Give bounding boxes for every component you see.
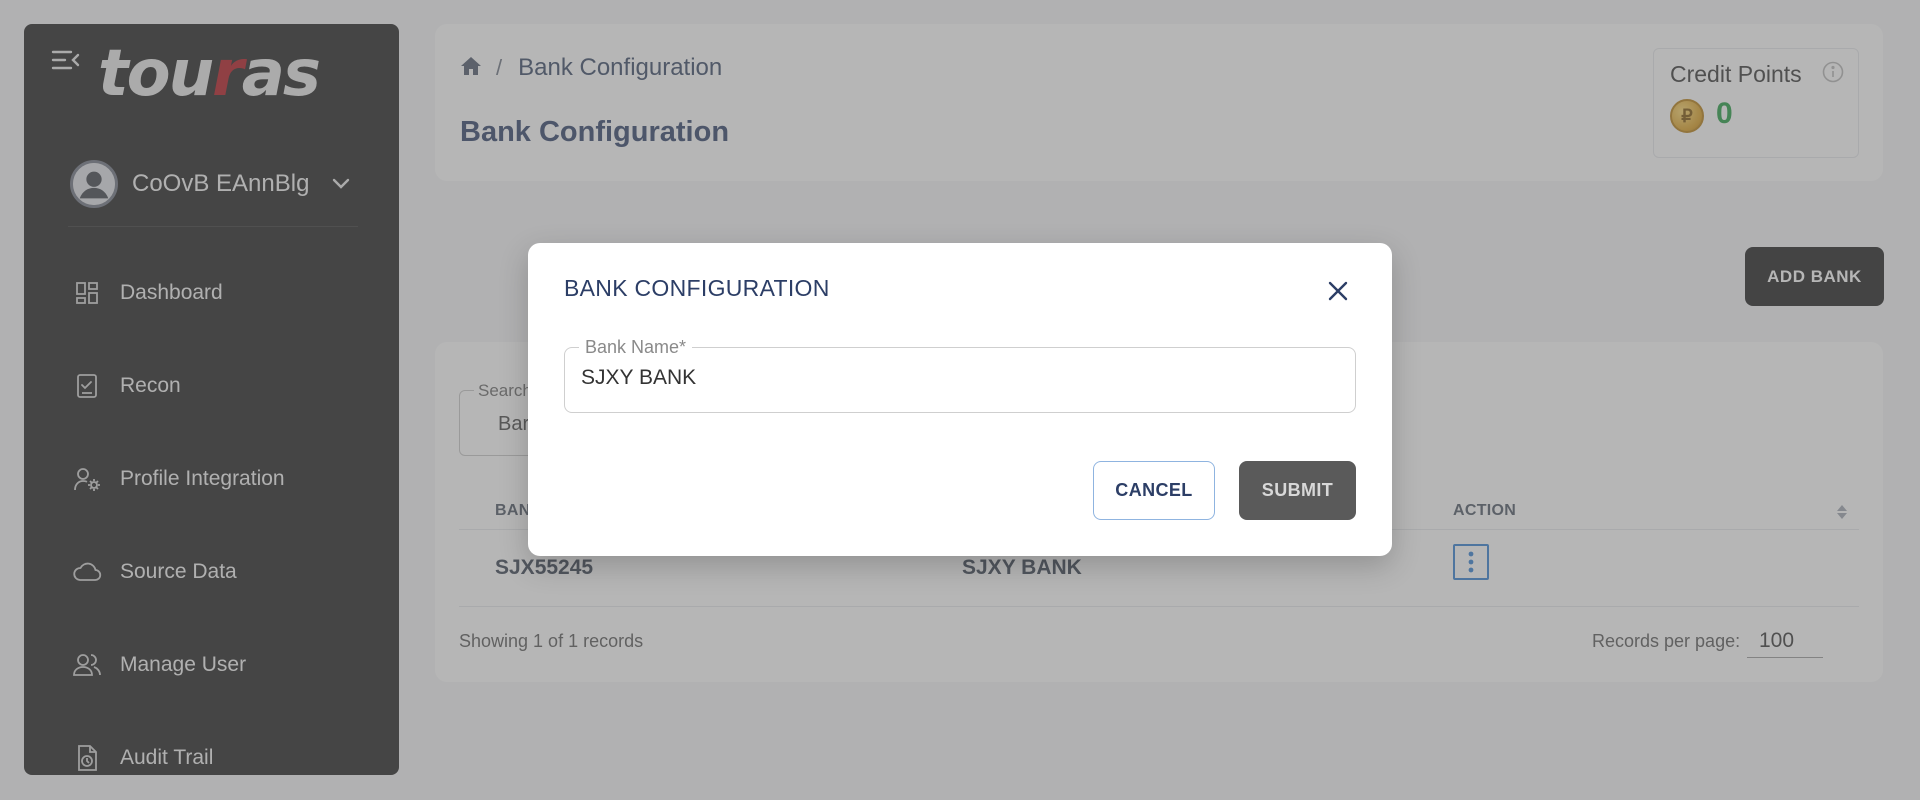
bank-configuration-dialog: BANK CONFIGURATION Bank Name* CANCEL SUB…: [528, 243, 1392, 556]
cancel-button[interactable]: CANCEL: [1093, 461, 1215, 520]
bank-name-label: Bank Name*: [579, 337, 693, 358]
submit-button[interactable]: SUBMIT: [1239, 461, 1356, 520]
close-icon[interactable]: [1322, 275, 1354, 307]
bank-name-field: Bank Name*: [564, 337, 1356, 413]
bank-name-input[interactable]: [581, 366, 1321, 390]
dialog-title: BANK CONFIGURATION: [564, 275, 830, 301]
